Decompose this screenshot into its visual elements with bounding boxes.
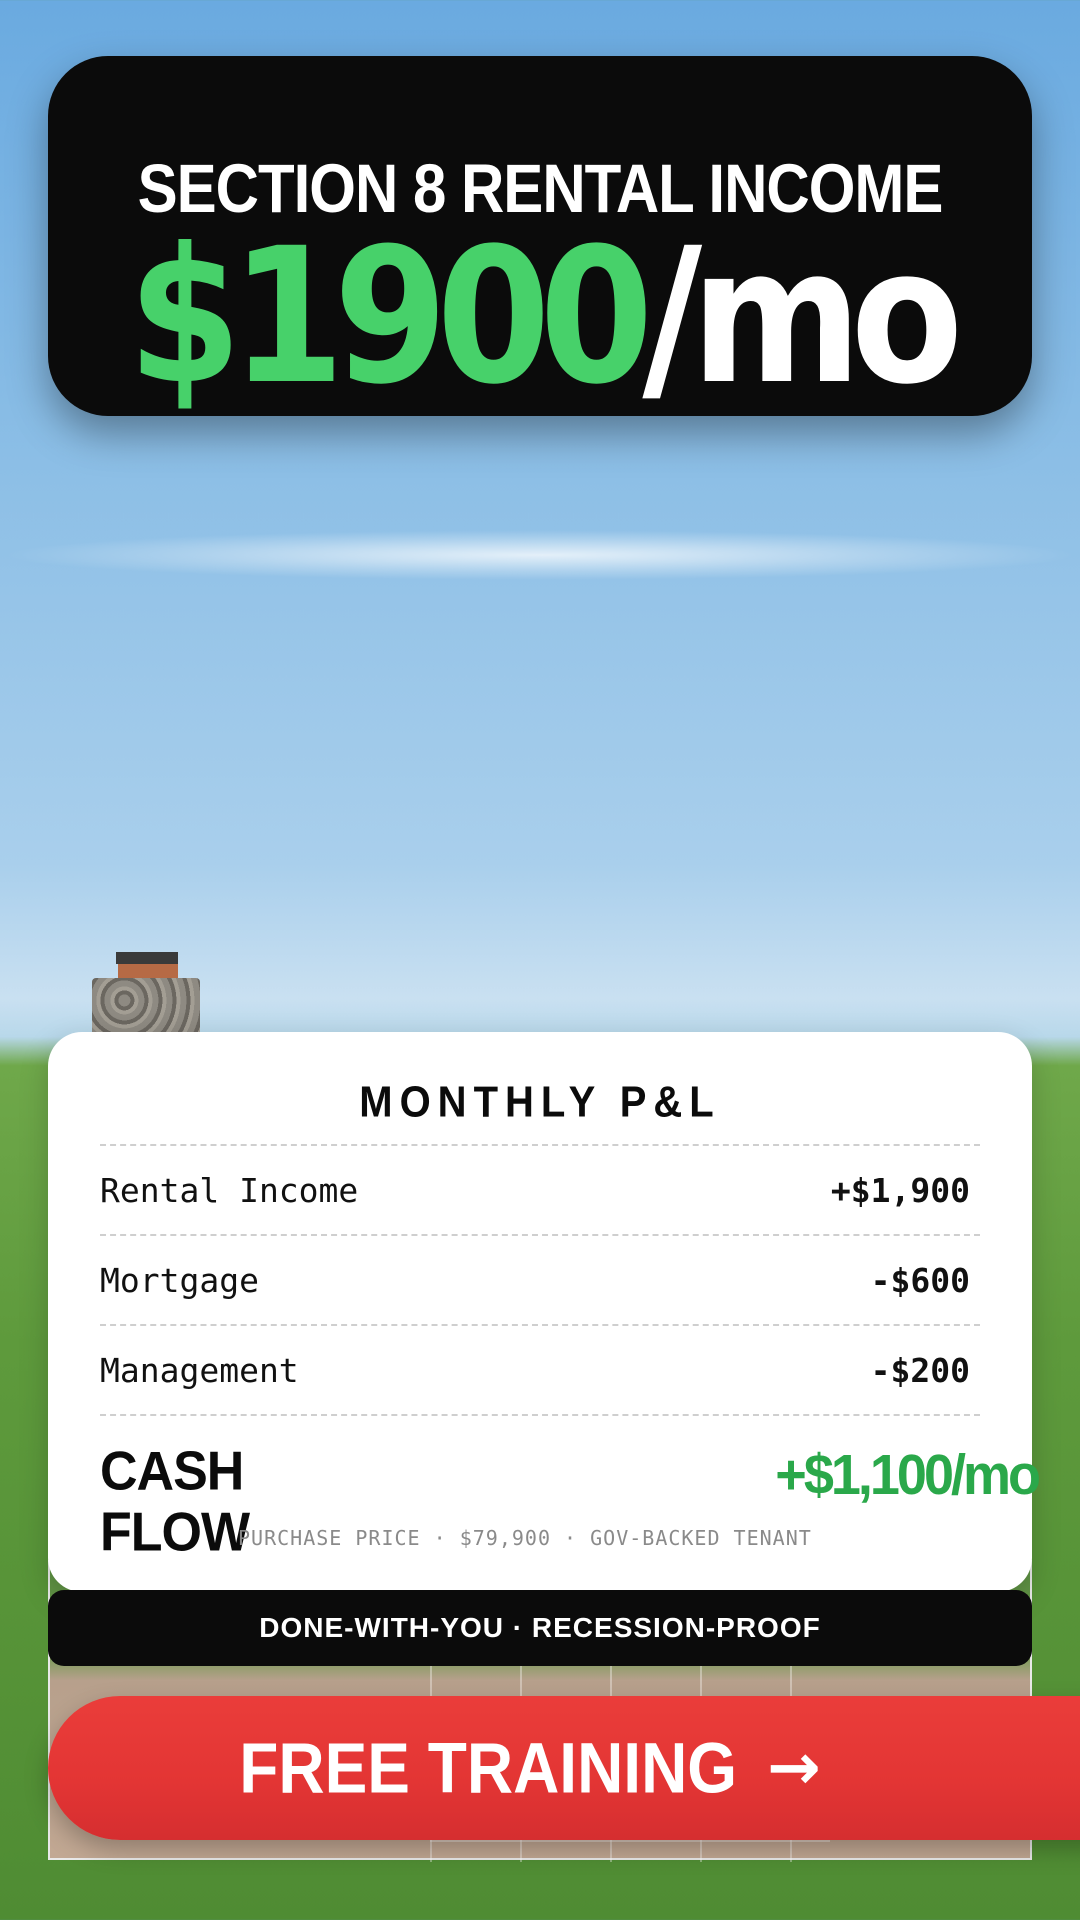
monthly-pl-card: MONTHLY P&L Rental Income +$1,900 Mortga…	[48, 1032, 1041, 1592]
cash-flow-subtext: PURCHASE PRICE · $79,900 · GOV-BACKED TE…	[238, 1526, 812, 1550]
pl-row-label: Management	[100, 1350, 299, 1390]
pl-row-value: -$200	[870, 1350, 970, 1390]
house-chimney	[92, 978, 200, 1034]
sky-cloud	[0, 530, 1080, 580]
pl-divider	[100, 1414, 980, 1416]
header-card: SECTION 8 RENTAL INCOME $1900/mo	[48, 56, 1032, 416]
cash-flow-label: CASH FLOW	[100, 1441, 250, 1563]
pl-row-mortgage: Mortgage -$600	[100, 1234, 980, 1324]
tagline-text: DONE-WITH-YOU · RECESSION-PROOF	[259, 1612, 821, 1643]
cash-flow-label-line1: CASH	[100, 1441, 244, 1502]
cash-flow-value: +$1,100/mo	[775, 1443, 1041, 1507]
cta-label: FREE TRAINING	[239, 1727, 738, 1809]
pl-row-management: Management -$200	[100, 1324, 980, 1414]
right-arrow-icon: →	[767, 1731, 821, 1805]
pl-row-label: Rental Income	[100, 1170, 359, 1210]
house-chimney-top	[116, 952, 178, 964]
free-training-button[interactable]: FREE TRAINING →	[48, 1696, 1080, 1840]
cash-flow-label-line2: FLOW	[100, 1502, 250, 1563]
pl-title: MONTHLY P&L	[359, 1077, 721, 1127]
pl-row-rental-income: Rental Income +$1,900	[100, 1144, 980, 1234]
pl-row-value: -$600	[870, 1260, 970, 1300]
tagline-bar: DONE-WITH-YOU · RECESSION-PROOF	[48, 1590, 1032, 1666]
pl-row-label: Mortgage	[100, 1260, 259, 1300]
pl-row-value: +$1,900	[830, 1170, 970, 1210]
amount-unit: /mo	[642, 207, 963, 426]
amount-value: $1900	[127, 207, 654, 426]
header-amount: $1900/mo	[87, 223, 992, 411]
